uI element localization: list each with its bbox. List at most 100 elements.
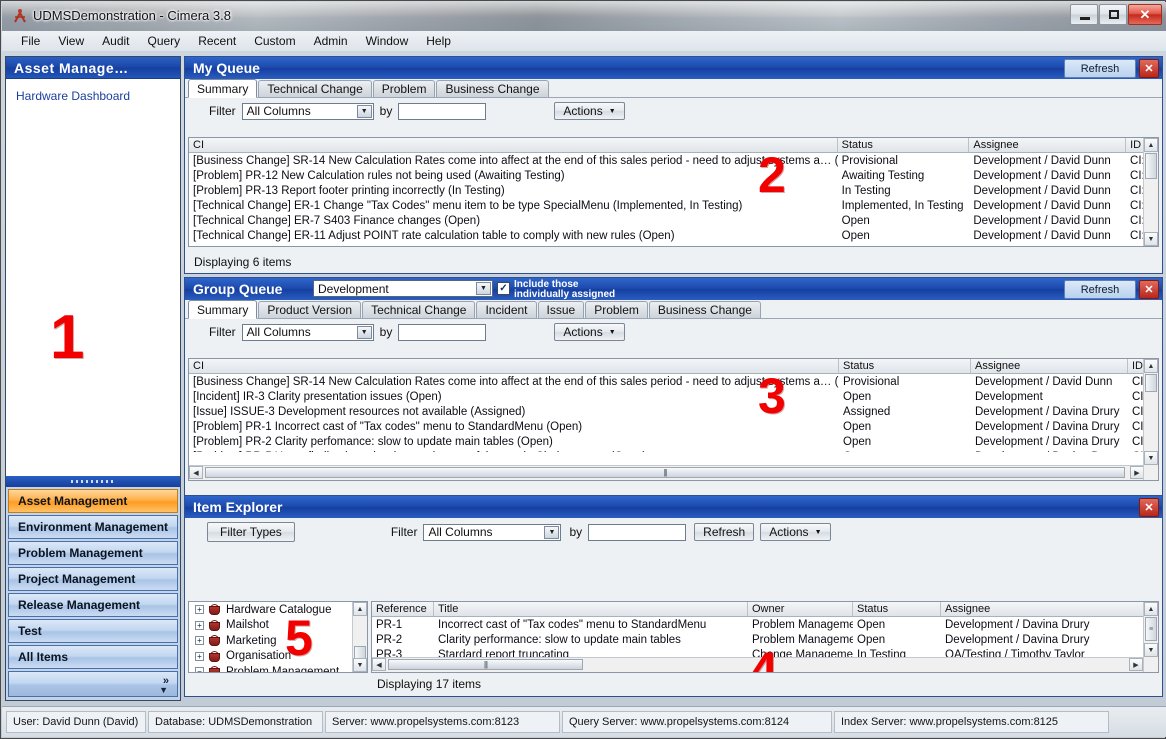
sidebar-link-hardware-dashboard[interactable]: Hardware Dashboard [16, 89, 130, 103]
sidebar-item-environment-management[interactable]: Environment Management [8, 515, 178, 539]
tree-item[interactable]: + Organisation [189, 649, 367, 665]
item-explorer-close-button[interactable]: ✕ [1139, 498, 1159, 517]
tab-my-queue-business-change[interactable]: Business Change [436, 80, 549, 97]
scroll-up-icon[interactable]: ▲ [1144, 138, 1158, 152]
column-header-status[interactable]: Status [839, 359, 971, 373]
sidebar-item-release-management[interactable]: Release Management [8, 593, 178, 617]
tab-group-queue-summary[interactable]: Summary [188, 300, 258, 319]
sidebar-item-asset-management[interactable]: Asset Management [8, 489, 178, 513]
menu-window[interactable]: Window [357, 32, 418, 50]
column-header-ci[interactable]: CI [189, 359, 839, 373]
expand-icon[interactable]: + [195, 651, 204, 661]
item-explorer-actions-button[interactable]: Actions ▼ [760, 523, 831, 541]
scroll-down-icon[interactable]: ▼ [1144, 232, 1158, 246]
menu-file[interactable]: File [12, 32, 49, 50]
scroll-down-icon[interactable]: ▼ [1144, 643, 1158, 657]
scroll-down-icon[interactable]: ▼ [1144, 451, 1158, 465]
table-row[interactable]: [Problem] PR-2 Clarity perfomance: slow … [189, 434, 1158, 449]
item-explorer-filter-select[interactable]: All Columns ▼ [423, 523, 562, 541]
table-row[interactable]: PR-1 Incorrect cast of "Tax codes" menu … [372, 617, 1158, 632]
my-queue-close-button[interactable]: ✕ [1139, 59, 1159, 78]
tree-item[interactable]: + Marketing [189, 633, 367, 649]
table-row[interactable]: [Problem] PR-1 Incorrect cast of "Tax co… [189, 419, 1158, 434]
tab-group-queue-incident[interactable]: Incident [476, 301, 537, 318]
sidebar-item-all-items[interactable]: All Items [8, 645, 178, 669]
menu-custom[interactable]: Custom [245, 32, 304, 50]
tree-item[interactable]: + Hardware Catalogue [189, 602, 367, 618]
expand-icon[interactable]: + [195, 605, 204, 615]
menu-view[interactable]: View [49, 32, 93, 50]
collapse-icon[interactable]: − [195, 667, 204, 672]
scroll-left-icon[interactable]: ◀ [372, 658, 386, 671]
scroll-up-icon[interactable]: ▲ [1144, 602, 1158, 616]
group-queue-actions-button[interactable]: Actions ▼ [554, 323, 625, 341]
minimize-button[interactable] [1070, 4, 1098, 25]
maximize-button[interactable] [1099, 4, 1127, 25]
column-header-assignee[interactable]: Assignee [969, 138, 1127, 152]
scroll-thumb[interactable] [1145, 153, 1157, 179]
menu-query[interactable]: Query [139, 32, 190, 50]
table-row[interactable]: [Business Change] SR-14 New Calculation … [189, 153, 1158, 168]
scroll-right-icon[interactable]: ▶ [1129, 658, 1143, 671]
group-queue-by-input[interactable] [398, 323, 487, 341]
item-explorer-vertical-scrollbar[interactable]: ▲ ≡ ▼ [1143, 602, 1158, 672]
scroll-down-icon[interactable]: ▼ [353, 658, 367, 672]
tab-group-queue-product-version[interactable]: Product Version [258, 301, 362, 318]
menu-audit[interactable]: Audit [93, 32, 138, 50]
column-header-status[interactable]: Status [853, 602, 941, 616]
expand-icon[interactable]: + [195, 620, 204, 630]
menu-recent[interactable]: Recent [189, 32, 245, 50]
column-header-status[interactable]: Status [838, 138, 970, 152]
scroll-thumb[interactable]: ||| [388, 659, 583, 670]
my-queue-filter-select[interactable]: All Columns ▼ [241, 102, 374, 120]
table-row[interactable]: [Issue] ISSUE-3 Development resources no… [189, 404, 1158, 419]
table-row[interactable]: [Technical Change] ER-7 S403 Finance cha… [189, 213, 1158, 228]
scroll-up-icon[interactable]: ▲ [353, 602, 367, 616]
tab-group-queue-technical-change[interactable]: Technical Change [362, 301, 476, 318]
sidebar-more-button[interactable]: » ▼ [8, 671, 178, 697]
column-header-reference[interactable]: Reference [372, 602, 434, 616]
my-queue-by-input[interactable] [398, 102, 487, 120]
item-explorer-refresh-button[interactable]: Refresh [694, 523, 755, 541]
tab-group-queue-problem[interactable]: Problem [585, 301, 648, 318]
tab-my-queue-problem[interactable]: Problem [372, 80, 436, 97]
table-row[interactable]: [Problem] PR-13 Report footer printing i… [189, 183, 1158, 198]
table-row[interactable]: [Incident] IR-3 Clarity presentation iss… [189, 389, 1158, 404]
tree-item[interactable]: + Mailshot [189, 618, 367, 634]
scroll-right-icon[interactable]: ▶ [1130, 466, 1144, 479]
column-header-ci[interactable]: CI [189, 138, 838, 152]
column-header-assignee[interactable]: Assignee [941, 602, 1129, 616]
tab-group-queue-issue[interactable]: Issue [537, 301, 585, 318]
group-queue-refresh-button[interactable]: Refresh [1064, 280, 1136, 299]
expand-icon[interactable]: + [195, 636, 204, 646]
scroll-thumb[interactable]: ≡ [1145, 617, 1157, 641]
group-queue-group-select[interactable]: Development ▼ [313, 280, 493, 297]
table-row[interactable]: [Problem] PR-12 New Calculation rules no… [189, 168, 1158, 183]
scroll-thumb[interactable] [1145, 374, 1157, 392]
table-row[interactable]: [Technical Change] ER-11 Adjust POINT ra… [189, 228, 1158, 243]
sidebar-item-problem-management[interactable]: Problem Management [8, 541, 178, 565]
group-queue-vertical-scrollbar[interactable]: ▲ ▼ [1143, 359, 1158, 480]
scroll-thumb[interactable]: ||| [205, 467, 1125, 478]
table-row[interactable]: PR-2 Clarity performance: slow to update… [372, 632, 1158, 647]
table-row[interactable]: [Problem] PR-5 Users finding it too hard… [189, 449, 1158, 453]
column-header-assignee[interactable]: Assignee [971, 359, 1128, 373]
include-individually-assigned-checkbox[interactable]: ✓ Include those individually assigned [497, 280, 615, 300]
filter-types-button[interactable]: Filter Types [207, 522, 295, 542]
scroll-left-icon[interactable]: ◀ [189, 466, 203, 479]
menu-admin[interactable]: Admin [305, 32, 357, 50]
my-queue-actions-button[interactable]: Actions ▼ [554, 102, 625, 120]
item-explorer-by-input[interactable] [588, 523, 687, 541]
my-queue-refresh-button[interactable]: Refresh [1064, 59, 1136, 78]
menu-help[interactable]: Help [417, 32, 460, 50]
item-explorer-horizontal-scrollbar[interactable]: ◀ ||| ▶ [372, 657, 1143, 672]
group-queue-close-button[interactable]: ✕ [1139, 280, 1159, 299]
tab-group-queue-business-change[interactable]: Business Change [648, 301, 761, 318]
tab-my-queue-technical-change[interactable]: Technical Change [258, 80, 372, 97]
my-queue-vertical-scrollbar[interactable]: ▲ ▼ [1143, 138, 1158, 246]
sidebar-splitter[interactable] [6, 476, 180, 487]
table-row[interactable]: [Technical Change] ER-1 Change "Tax Code… [189, 198, 1158, 213]
column-header-title[interactable]: Title [434, 602, 748, 616]
group-queue-filter-select[interactable]: All Columns ▼ [241, 323, 374, 341]
scroll-up-icon[interactable]: ▲ [1144, 359, 1158, 373]
